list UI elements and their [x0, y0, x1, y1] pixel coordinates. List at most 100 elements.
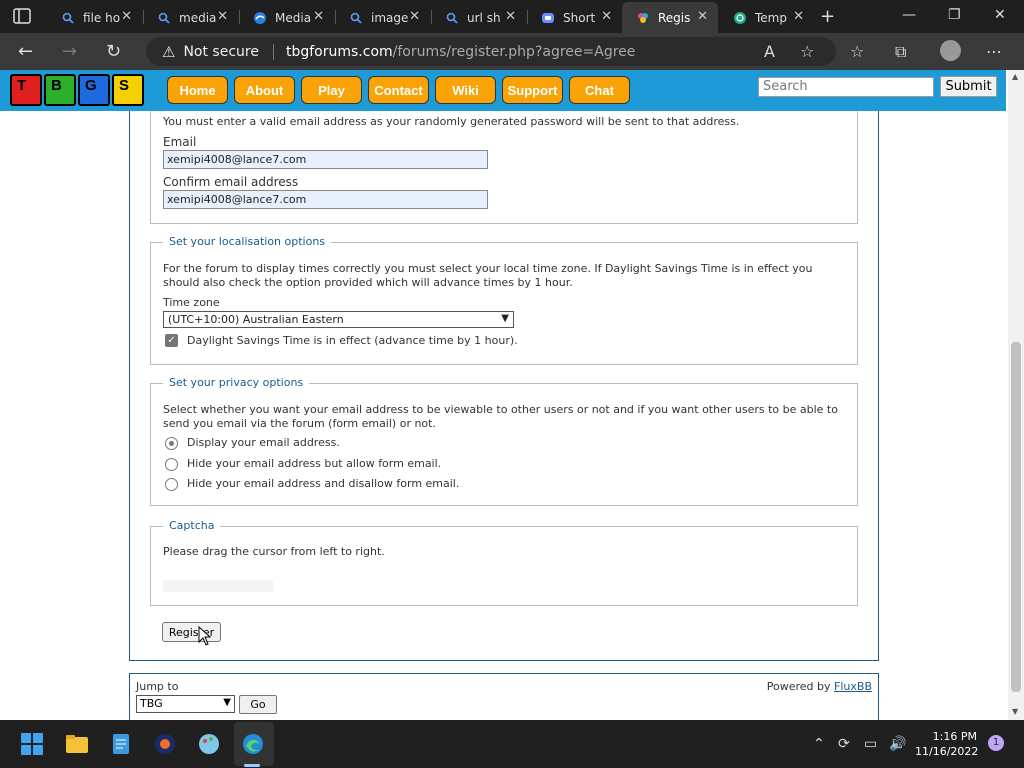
site-icon — [636, 11, 650, 25]
timezone-select[interactable]: (UTC+10:00) Australian Eastern ▼ — [163, 311, 514, 328]
chevron-down-icon: ▼ — [223, 697, 231, 708]
favorite-add-icon[interactable]: ☆ — [800, 42, 814, 61]
profile-avatar[interactable] — [940, 40, 961, 61]
address-bar-row: ← → ↻ ⚠ Not secure tbgforums.com /forums… — [0, 33, 1024, 70]
search-icon — [61, 11, 75, 25]
logo-key: G — [78, 74, 110, 106]
url-path: /forums/register.php?agree=Agree — [392, 43, 636, 60]
logo-key: T — [10, 74, 42, 106]
search-icon — [157, 11, 171, 25]
close-tab-icon[interactable]: ✕ — [697, 9, 708, 24]
volume-icon[interactable]: 🔊 — [889, 736, 906, 752]
privacy-option-label: Hide your email address but allow form e… — [187, 457, 442, 470]
paint-icon[interactable] — [197, 732, 221, 756]
collections-icon[interactable]: ⧉ — [895, 42, 906, 62]
browser-tab[interactable]: Temp ✕ — [719, 2, 814, 33]
menu-chat[interactable]: Chat — [569, 76, 630, 104]
mouse-cursor-icon — [198, 626, 212, 646]
close-window-icon[interactable]: ✕ — [994, 7, 1006, 23]
captcha-legend: Captcha — [163, 519, 221, 532]
back-icon[interactable]: ← — [18, 41, 33, 62]
favorites-icon[interactable]: ☆ — [850, 42, 864, 61]
refresh-icon[interactable]: ↻ — [106, 41, 121, 62]
register-button[interactable]: Register — [162, 622, 221, 642]
confirm-email-label: Confirm email address — [163, 175, 299, 189]
page-scrollbar[interactable]: ▲ ▼ — [1008, 70, 1024, 720]
search-icon — [445, 11, 459, 25]
network-icon[interactable]: ▭ — [864, 736, 877, 752]
logo-key: B — [44, 74, 76, 106]
privacy-radio-hide-disallow[interactable] — [165, 478, 178, 491]
warning-icon[interactable]: ⚠ — [162, 43, 175, 61]
close-tab-icon[interactable]: ✕ — [505, 9, 516, 24]
edge-icon — [253, 11, 267, 25]
minimize-icon[interactable]: — — [902, 7, 916, 23]
page-viewport: You must enter a valid email address as … — [0, 70, 1008, 720]
tab-actions-icon[interactable] — [13, 8, 31, 24]
privacy-radio-display[interactable] — [165, 437, 178, 450]
url-bar[interactable]: ⚠ Not secure tbgforums.com /forums/regis… — [146, 37, 836, 66]
close-tab-icon[interactable]: ✕ — [121, 9, 132, 24]
browser-tab[interactable]: media ✕ — [143, 2, 238, 33]
privacy-radio-hide-allow[interactable] — [165, 458, 178, 471]
browser-tab[interactable]: Media ✕ — [239, 2, 334, 33]
notification-badge[interactable]: 1 — [988, 735, 1004, 751]
search-submit-button[interactable]: Submit — [940, 76, 997, 97]
mail-icon — [733, 11, 747, 25]
browser-tab[interactable]: image ✕ — [335, 2, 430, 33]
taskbar-clock[interactable]: 1:16 PM 11/16/2022 — [915, 729, 978, 759]
go-button[interactable]: Go — [239, 695, 277, 714]
menu-home[interactable]: Home — [167, 76, 228, 104]
scrollbar-thumb[interactable] — [1011, 342, 1021, 692]
chevron-up-icon[interactable]: ⌃ — [813, 736, 825, 752]
search-input[interactable]: Search — [758, 77, 934, 97]
menu-wiki[interactable]: Wiki — [435, 76, 496, 104]
jump-to-select[interactable]: TBG ▼ — [136, 695, 235, 713]
read-aloud-icon[interactable]: A — [764, 42, 775, 61]
restore-icon[interactable]: ❐ — [948, 7, 961, 23]
time: 1:16 PM — [932, 730, 977, 743]
confirm-email-field[interactable]: xemipi4008@lance7.com — [163, 190, 488, 209]
close-tab-icon[interactable]: ✕ — [217, 9, 228, 24]
app-icon[interactable] — [153, 732, 177, 756]
more-menu-icon[interactable]: ⋯ — [986, 42, 1002, 61]
windows-taskbar: ⌃ ⟳ ▭ 🔊 1:16 PM 11/16/2022 1 — [0, 720, 1024, 768]
browser-tab[interactable]: url sh ✕ — [431, 2, 526, 33]
scroll-up-icon[interactable]: ▲ — [1012, 72, 1018, 81]
url-domain: tbgforums.com — [285, 43, 393, 60]
browser-tab[interactable]: Short ✕ — [527, 2, 622, 33]
logo-key: S — [112, 74, 144, 106]
new-tab-icon[interactable]: + — [820, 6, 835, 27]
email-field[interactable]: xemipi4008@lance7.com — [163, 150, 488, 169]
site-logo[interactable]: T B G S — [10, 74, 144, 106]
browser-tab-active[interactable]: Regis ✕ — [622, 2, 718, 33]
captcha-fieldset: Captcha Please drag the cursor from left… — [150, 519, 858, 606]
localisation-fieldset: Set your localisation options For the fo… — [150, 235, 858, 365]
timezone-label: Time zone — [163, 296, 220, 309]
close-tab-icon[interactable]: ✕ — [409, 9, 420, 24]
menu-support[interactable]: Support — [502, 76, 563, 104]
sync-icon[interactable]: ⟳ — [838, 736, 850, 752]
scroll-down-icon[interactable]: ▼ — [1012, 707, 1018, 716]
forward-icon[interactable]: → — [62, 41, 77, 62]
edge-icon[interactable] — [241, 732, 265, 756]
fluxbb-link[interactable]: FluxBB — [834, 680, 872, 693]
notepad-icon[interactable] — [109, 732, 133, 756]
dst-checkbox[interactable]: ✓ — [165, 334, 178, 347]
captcha-slider[interactable] — [163, 580, 273, 592]
menu-about[interactable]: About — [234, 76, 295, 104]
browser-tab[interactable]: file ho ✕ — [47, 2, 142, 33]
search-icon — [349, 11, 363, 25]
windows-start-icon[interactable] — [20, 732, 44, 756]
close-tab-icon[interactable]: ✕ — [601, 9, 612, 24]
security-label[interactable]: Not secure — [183, 44, 259, 60]
menu-play[interactable]: Play — [301, 76, 362, 104]
close-tab-icon[interactable]: ✕ — [313, 9, 324, 24]
privacy-note: Select whether you want your email addre… — [163, 403, 838, 430]
menu-contact[interactable]: Contact — [368, 76, 429, 104]
file-explorer-icon[interactable] — [65, 732, 89, 756]
privacy-fieldset: Set your privacy options Select whether … — [150, 376, 858, 506]
close-tab-icon[interactable]: ✕ — [793, 9, 804, 24]
main-menu: Home About Play Contact Wiki Support Cha… — [167, 76, 630, 104]
privacy-option-label: Hide your email address and disallow for… — [187, 477, 460, 490]
